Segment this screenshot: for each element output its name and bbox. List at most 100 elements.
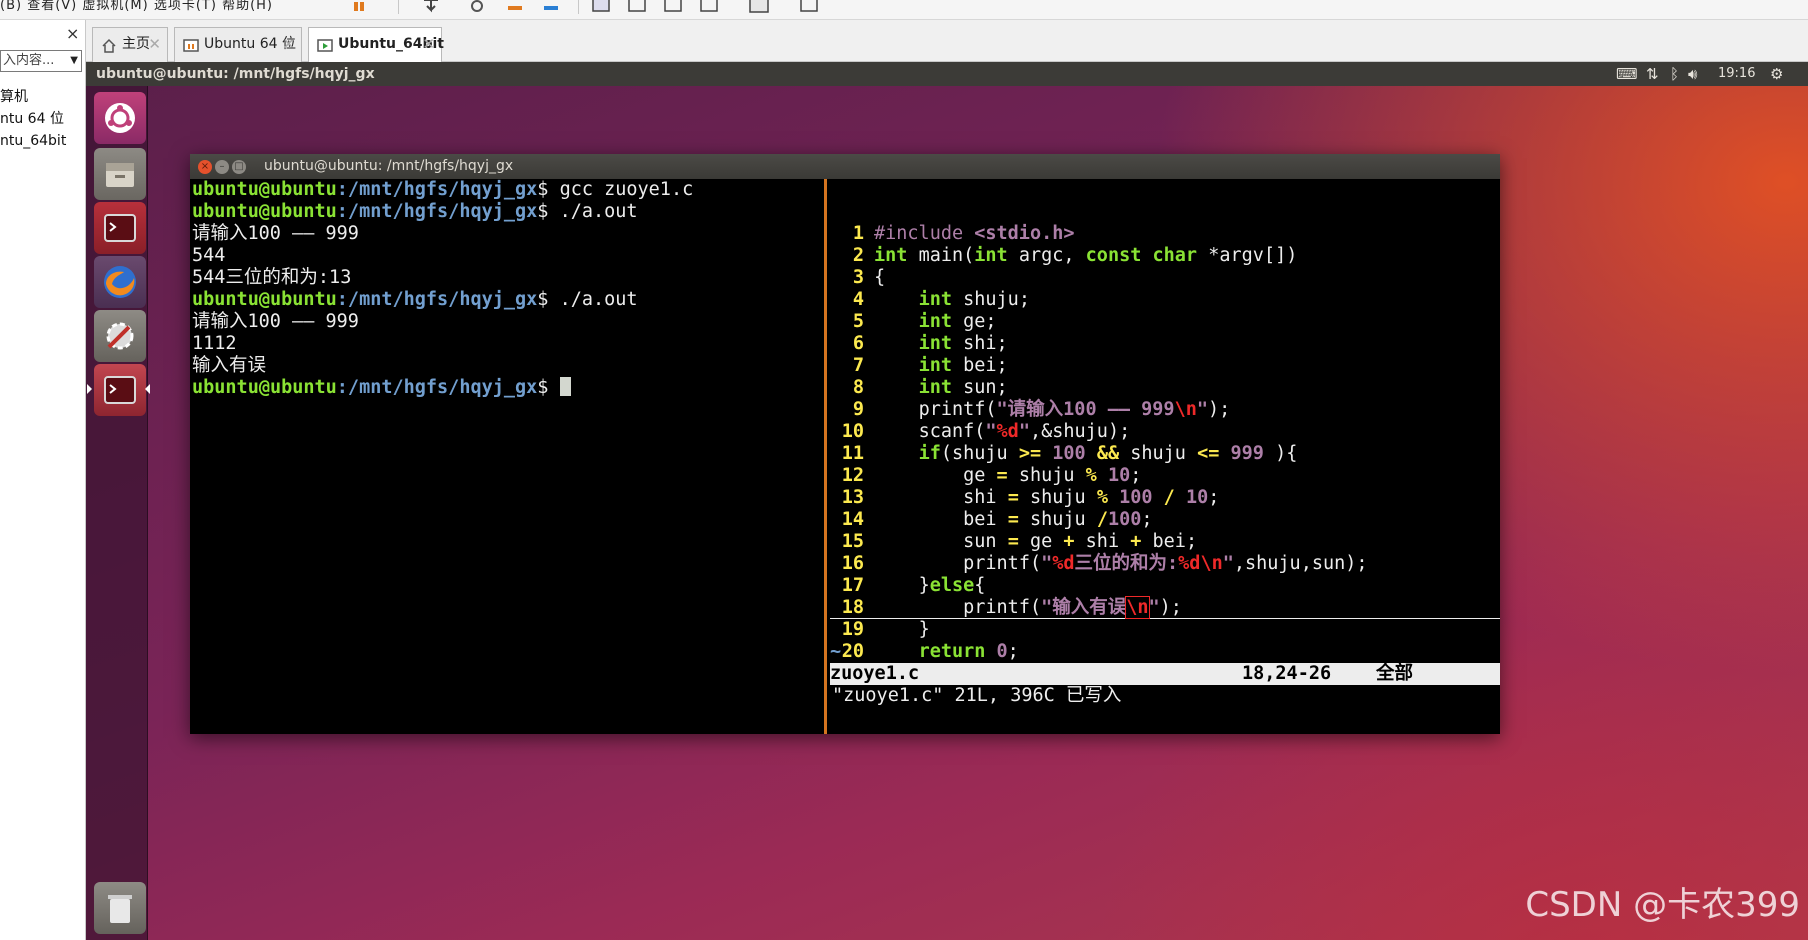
vim-code-line[interactable]: 11 if(shuju >= 100 && shuju <= 999 ){ <box>830 443 1500 465</box>
network-icon[interactable]: ⇅ <box>1646 62 1659 86</box>
maximize-icon[interactable]: □ <box>232 160 246 174</box>
vim-code-line[interactable]: 20 return 0; <box>830 641 1500 663</box>
vim-code-area[interactable]: 1 #include <stdio.h> 2 int main(int argc, c… <box>830 223 1500 685</box>
shell-pane[interactable]: ubuntu@ubuntu:/mnt/hgfs/hqyj_gx$ gcc zuo… <box>190 179 824 734</box>
shell-output-line: 请输入100 —— 999 <box>192 223 824 245</box>
revert-snapshot-icon[interactable] <box>504 0 526 14</box>
send-keys-icon[interactable] <box>420 0 442 14</box>
shell-command-line: ubuntu@ubuntu:/mnt/hgfs/hqyj_gx$ ./a.out <box>192 201 824 223</box>
shell-output: 544三位的和为:13 <box>192 267 352 288</box>
host-menu-bar[interactable]: (B) 查看(V) 虚拟机(M) 选项卡(T) 帮助(H) <box>0 0 273 13</box>
firefox-icon[interactable] <box>94 256 146 308</box>
trash-icon[interactable] <box>94 882 146 934</box>
snapshot-icon[interactable] <box>466 0 488 14</box>
keyboard-icon[interactable]: ⌨ <box>1616 62 1638 86</box>
volume-icon[interactable]: 🔊︎ <box>1688 62 1697 86</box>
vim-line-number: 10 <box>841 421 864 442</box>
vim-code-line[interactable]: 14 bei = shuju /100; <box>830 509 1500 531</box>
code-operator: + <box>1063 531 1075 552</box>
vim-line-number: 19 <box>841 619 864 640</box>
vim-code-text: bei = shuju /100; <box>963 509 1153 530</box>
unity-launcher <box>86 86 150 940</box>
tab-home-label: 主页 <box>122 36 150 52</box>
library-panel: × 入内容... ▼ 算机 ntu 64 位 ntu_64bit <box>0 20 86 940</box>
vim-pane[interactable]: 1 #include <stdio.h> 2 int main(int argc, c… <box>830 179 1500 734</box>
vim-code-line[interactable]: 16 printf("%d三位的和为:%d\n",shuju,sun); <box>830 553 1500 575</box>
code-operator: % <box>1085 465 1097 486</box>
chevron-down-icon[interactable]: ▼ <box>70 51 78 71</box>
close-icon[interactable]: ✕ <box>282 28 295 60</box>
code-format-spec: %d <box>996 421 1019 442</box>
vim-code-line[interactable]: 9 printf("请输入100 —— 999\n"); <box>830 399 1500 421</box>
vim-code-line[interactable]: 10 scanf("%d",&shuju); <box>830 421 1500 443</box>
clock[interactable]: 19:16 <box>1718 62 1755 86</box>
terminal-active-icon[interactable] <box>94 364 146 416</box>
minimize-icon[interactable]: – <box>215 160 229 174</box>
code-keyword: char <box>1152 245 1198 266</box>
ubuntu-dash-icon[interactable] <box>94 92 146 144</box>
vim-code-line[interactable]: 3{ <box>830 267 1500 289</box>
code-operator: = <box>1007 487 1019 508</box>
files-icon[interactable] <box>94 148 146 200</box>
library-item-my-computer[interactable]: 算机 <box>0 86 66 108</box>
close-library-icon[interactable]: × <box>66 24 79 43</box>
code-format-spec: %d <box>1178 553 1201 574</box>
terminal-window[interactable]: × – □ ubuntu@ubuntu: /mnt/hgfs/hqyj_gx u… <box>190 154 1500 734</box>
vim-code-line[interactable]: 18 printf("输入有误\n"); <box>830 596 1500 619</box>
view-unity-icon[interactable] <box>698 0 720 14</box>
vm-tab-bar: 主页 ✕ Ubuntu 64 位 ✕ Ubuntu_64bit ✕ <box>86 20 1808 63</box>
vim-code-line[interactable]: 13 shi = shuju % 100 / 10; <box>830 487 1500 509</box>
vim-code-line[interactable]: 5 int ge; <box>830 311 1500 333</box>
prompt-sign: $ <box>537 201 560 222</box>
vim-code-line[interactable]: 6 int shi; <box>830 333 1500 355</box>
pane-divider[interactable] <box>824 179 827 734</box>
vim-code-line[interactable]: 17 }else{ <box>830 575 1500 597</box>
vim-line-number: 16 <box>841 553 864 574</box>
vim-code-line[interactable]: 2 int main(int argc, const char *argv[]) <box>830 245 1500 267</box>
close-icon[interactable]: × <box>198 160 212 174</box>
terminal-icon[interactable] <box>94 202 146 254</box>
close-icon[interactable]: ✕ <box>422 28 435 60</box>
code-operator: <= <box>1197 443 1220 464</box>
library-item-ubuntu-64[interactable]: ntu 64 位 <box>0 108 66 130</box>
prompt-user: ubuntu@ubuntu <box>192 377 337 398</box>
code-keyword: int <box>918 377 952 398</box>
view-library-icon[interactable] <box>590 0 612 14</box>
code-operator: = <box>996 465 1008 486</box>
shell-output-line: 544三位的和为:13 <box>192 267 824 289</box>
vim-code-line[interactable]: 15 sun = ge + shi + bei; <box>830 531 1500 553</box>
library-search-input[interactable]: 入内容... ▼ <box>0 50 82 72</box>
view-thumbnail-icon[interactable] <box>748 0 770 14</box>
tab-ubuntu-64bit[interactable]: Ubuntu_64bit ✕ <box>308 27 444 63</box>
shell-command-line: ubuntu@ubuntu:/mnt/hgfs/hqyj_gx$ ./a.out <box>192 289 824 311</box>
vim-code-line[interactable]: 12 ge = shuju % 10; <box>830 465 1500 487</box>
bluetooth-icon[interactable]: ᛒ <box>1670 62 1679 86</box>
snapshot-manager-icon[interactable] <box>540 0 562 14</box>
vim-code-line[interactable]: 7 int bei; <box>830 355 1500 377</box>
focused-indicator <box>145 384 150 394</box>
system-settings-icon[interactable] <box>94 310 146 362</box>
code-keyword: int <box>918 333 952 354</box>
code-string: "%d三位的和为:%d\n" <box>1041 553 1234 574</box>
vim-code-line[interactable]: 4 int shuju; <box>830 289 1500 311</box>
prompt-user: ubuntu@ubuntu <box>192 201 337 222</box>
view-fullscreen-icon[interactable] <box>662 0 684 14</box>
code-number: 0 <box>996 641 1008 662</box>
view-stretch-icon[interactable] <box>798 0 820 14</box>
pause-icon[interactable] <box>350 0 372 14</box>
close-icon[interactable]: ✕ <box>148 28 161 60</box>
vim-code-line[interactable]: 19 } <box>830 619 1500 641</box>
vim-code-line[interactable]: 8 int sun; <box>830 377 1500 399</box>
code-number: 100 <box>1107 509 1142 530</box>
library-item-ubuntu-64bit[interactable]: ntu_64bit <box>0 130 66 152</box>
tab-home[interactable]: 主页 ✕ <box>92 27 168 62</box>
settings-icon[interactable]: ⚙ <box>1770 62 1783 86</box>
vim-code-line[interactable]: 1 #include <stdio.h> <box>830 223 1500 245</box>
view-console-icon[interactable] <box>626 0 648 14</box>
vim-line-number: 7 <box>852 355 864 376</box>
terminal-titlebar[interactable]: × – □ ubuntu@ubuntu: /mnt/hgfs/hqyj_gx <box>190 154 1500 179</box>
vim-line-number: 2 <box>852 245 864 266</box>
vim-code-text: int bei; <box>918 355 1008 376</box>
vim-line-number: 9 <box>852 399 864 420</box>
tab-ubuntu-64[interactable]: Ubuntu 64 位 ✕ <box>174 27 302 62</box>
